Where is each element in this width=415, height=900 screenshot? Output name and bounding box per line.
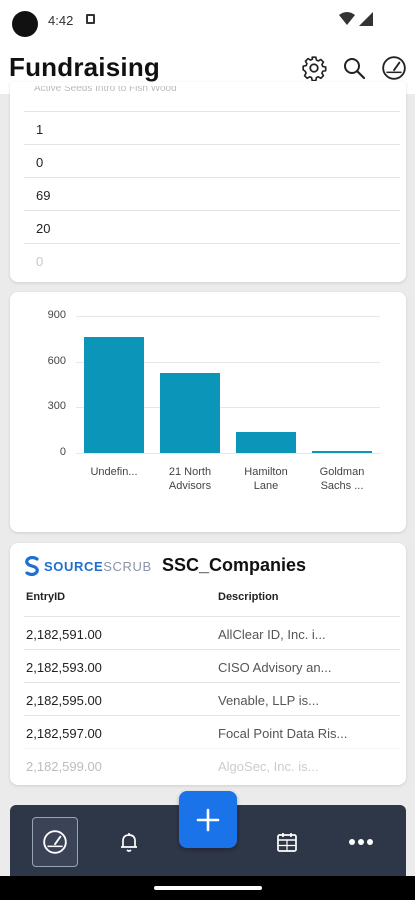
x-category-label-line: Goldman: [319, 466, 365, 478]
nav-notifications[interactable]: [106, 817, 152, 867]
nav-dashboard[interactable]: [32, 817, 78, 867]
list-item: 0: [36, 254, 44, 269]
y-tick-label: 900: [47, 309, 66, 321]
cell-entryid: 2,182,595.00: [26, 693, 102, 708]
x-category-label-line: 21 North: [168, 466, 212, 478]
list-item: 0: [24, 145, 400, 178]
x-category-label: Goldman Sachs ...: [307, 465, 377, 493]
table-row[interactable]: 2,182,593.00 CISO Advisory an...: [24, 649, 400, 682]
table-row[interactable]: 2,182,599.00 AlgoSec, Inc. is...: [24, 748, 400, 781]
status-bar: 4:42: [0, 0, 415, 38]
dashboard-button[interactable]: [380, 54, 408, 82]
calendar-icon: [277, 833, 297, 852]
list-item: 1: [24, 112, 400, 145]
cell-description: AllClear ID, Inc. i...: [218, 627, 326, 642]
system-nav-bar: [0, 876, 415, 900]
x-category-label-line: Sachs ...: [320, 480, 364, 492]
notification-icon: [86, 14, 95, 24]
x-category-label: Undefin...: [79, 465, 149, 479]
cell-entryid: 2,182,593.00: [26, 660, 102, 675]
x-category-label: 21 North Advisors: [155, 465, 225, 493]
x-category-label-line: Lane: [253, 480, 279, 492]
y-tick-label: 600: [47, 354, 66, 367]
sourcescrub-logo: SOURCESCRUB: [24, 553, 152, 579]
signal-icon: [359, 12, 373, 26]
chart-bar[interactable]: [236, 431, 296, 453]
cell-description: Venable, LLP is...: [218, 693, 319, 708]
logo-text-source: SOURCE: [44, 558, 104, 574]
logo-text-scrub: SCRUB: [103, 558, 152, 574]
page-title: Fundraising: [9, 52, 160, 82]
table-row[interactable]: 2,182,595.00 Venable, LLP is...: [24, 682, 400, 715]
chart-bar[interactable]: [160, 373, 220, 453]
metric-list-card: Active Seeds Intro to Fish Wood 1 0 69 2…: [10, 82, 406, 282]
home-gesture-pill[interactable]: [154, 886, 262, 890]
x-category-label-line: Undefin...: [90, 466, 138, 478]
gauge-icon: [382, 56, 406, 80]
x-category-label-line: Advisors: [168, 480, 212, 492]
x-category-label: Hamilton Lane: [231, 465, 301, 493]
status-time: 4:42: [48, 13, 74, 28]
table-row[interactable]: 2,182,591.00 AllClear ID, Inc. i...: [24, 616, 400, 649]
cell-description: CISO Advisory an...: [218, 660, 332, 675]
y-tick-label: 300: [47, 400, 66, 413]
nav-calendar[interactable]: [264, 817, 310, 867]
cell-entryid: 2,182,599.00: [26, 759, 102, 774]
y-tick-label: 0: [59, 446, 66, 458]
cell-entryid: 2,182,597.00: [26, 726, 102, 741]
chart-bar[interactable]: [84, 337, 144, 453]
cell-entryid: 2,182,591.00: [26, 627, 102, 642]
ssc-companies-card: SOURCESCRUB SSC_Companies EntryID Descri…: [10, 543, 406, 785]
gear-icon: [302, 56, 327, 81]
sourcescrub-s-icon: [25, 556, 39, 576]
dashboard-icon: [43, 830, 67, 854]
cell-description: AlgoSec, Inc. is...: [218, 759, 319, 774]
bar-chart-card: 0 300 600 900 Undefin... 21 North Advisors Hami…: [10, 292, 406, 532]
more-icon: [349, 839, 373, 845]
search-button[interactable]: [340, 54, 368, 82]
camera-cutout: [12, 11, 38, 37]
list-partial-header: Active Seeds Intro to Fish Wood: [34, 86, 177, 94]
list-item: 69: [24, 178, 400, 211]
list-item: 20: [24, 211, 400, 244]
nav-more[interactable]: [338, 817, 384, 867]
search-icon: [344, 58, 366, 80]
settings-button[interactable]: [300, 54, 328, 82]
bell-icon: [121, 833, 137, 852]
column-header-description: Description: [218, 591, 279, 603]
plus-icon: [196, 808, 220, 831]
cell-description: Focal Point Data Ris...: [218, 726, 348, 741]
column-header-entryid: EntryID: [26, 591, 66, 603]
add-button[interactable]: [179, 791, 237, 848]
status-icons: [339, 12, 373, 26]
table-row[interactable]: 2,182,597.00 Focal Point Data Ris...: [24, 715, 400, 748]
wifi-icon: [339, 12, 355, 25]
card-title: SSC_Companies: [162, 555, 307, 575]
chart-gridline: [76, 316, 380, 317]
chart-bar[interactable]: [312, 451, 372, 454]
x-category-label-line: Hamilton: [244, 466, 288, 478]
bar-chart: 0 300 600 900 Undefin... 21 North Advisors Hami…: [10, 292, 406, 532]
